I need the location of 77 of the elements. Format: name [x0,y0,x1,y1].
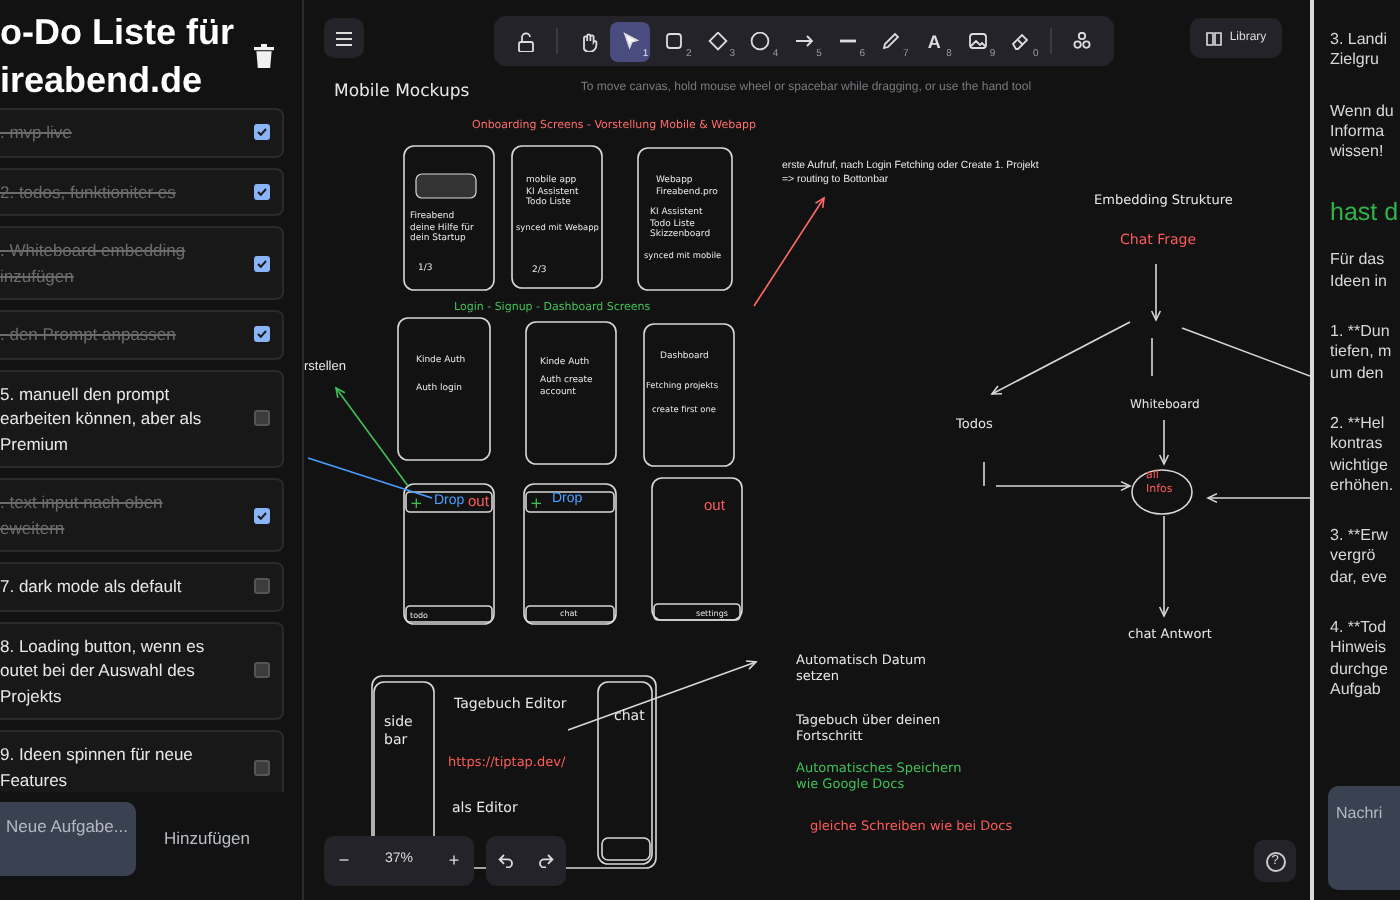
image-icon [967,31,988,51]
checkbox[interactable] [254,326,270,343]
checkbox[interactable] [254,507,270,523]
pointer-icon [620,31,641,51]
chat-message-text: 2. **Hel kontras wichtige erhöhen. [1330,413,1396,497]
chat-message-text: Wenn du Informa wissen! [1330,101,1396,163]
menu-icon [336,31,352,45]
undo-icon[interactable] [498,854,514,868]
book-icon [1205,31,1222,45]
checkbox[interactable] [254,124,270,141]
padlock-icon [515,31,536,51]
ellipse-sketch [1131,469,1193,515]
panel-title: o-Do Liste für [0,10,234,56]
text-tool-icon: A [927,31,941,51]
arrow [1158,515,1170,618]
message-field[interactable]: Nachri [1328,786,1400,890]
bottom-bar [525,605,615,623]
header-bar [525,491,615,513]
chat-input-sketch [601,837,651,861]
redo-icon[interactable] [538,854,554,868]
task-text: 8. Loading button, wenn es outet bei der Auswahl des Projekts [0,633,205,708]
chat-message-text: Für das Ideen in [1330,250,1389,293]
arrow-icon [794,31,814,51]
connector-line [1151,337,1153,377]
task-text: . Whiteboard embedding inzufügen [0,238,186,288]
phone-mockup-frame [397,317,491,461]
task-text: . mvp live [0,120,72,145]
checkbox[interactable] [254,578,270,595]
hand-icon [577,31,598,51]
arrow [1150,263,1162,322]
zoom-in-button[interactable]: + [434,836,474,886]
chat-message-text: 4. **Tod Hinweis durchge Aufgab [1330,618,1390,701]
task-text: 5. manuell den prompt earbeiten können, aber als Premium [0,381,202,456]
arrow [334,386,409,487]
task-text: 9. Ideen spinnen für neue Features [0,742,193,792]
task-text: . den Prompt anpassen [0,322,176,347]
checkbox[interactable] [254,410,270,427]
phone-mockup-frame [403,483,495,625]
chat-message-text: 1. **Dun tiefen, m um den [1330,322,1394,384]
phone-mockup-frame [651,477,743,621]
header-bar [405,491,493,513]
chat-message-text: 3. **Erw vergrö dar, eve [1330,526,1390,589]
diamond-icon [707,31,728,51]
phone-mockup-frame [523,483,617,625]
arrow [990,321,1131,395]
task-text: . text input nach oben eweitern [0,490,163,540]
canvas-text: Mobile Mockups [334,82,470,104]
bottom-bar [653,603,741,621]
phone-mockup-frame [511,145,603,289]
square-icon [663,31,684,51]
arrow [753,196,825,307]
phone-mockup-frame [637,147,733,291]
bottom-bar [405,605,493,623]
checkbox[interactable] [254,183,270,200]
arrow [1158,419,1170,466]
panel-title: ireabend.de [0,58,205,104]
phone-mockup-frame [525,321,617,465]
new-task-field[interactable]: Neue Aufgabe... [0,802,136,876]
connector-line [983,461,985,487]
phone-mockup-frame [643,323,735,467]
eraser-icon [1010,31,1031,51]
trash-icon[interactable] [254,44,274,68]
device-sketch [415,173,477,199]
task-text: 2. todos, funktioniter es [0,179,176,204]
checkbox[interactable] [254,662,270,679]
checkbox[interactable] [254,759,270,775]
shapes-icon [1072,31,1093,51]
task-text: 7. dark mode als default [0,574,182,599]
pencil-icon [880,31,901,51]
checkbox[interactable] [254,255,270,271]
chat-heading: hast d [1330,196,1400,229]
connector-line [307,457,433,499]
add-button[interactable]: Hinzufügen [148,818,267,860]
zoom-out-button[interactable]: − [324,836,364,886]
arrow [995,480,1132,492]
menu-button[interactable] [324,18,364,58]
chat-message-text: 3. Landi Zielgru [1330,30,1389,72]
